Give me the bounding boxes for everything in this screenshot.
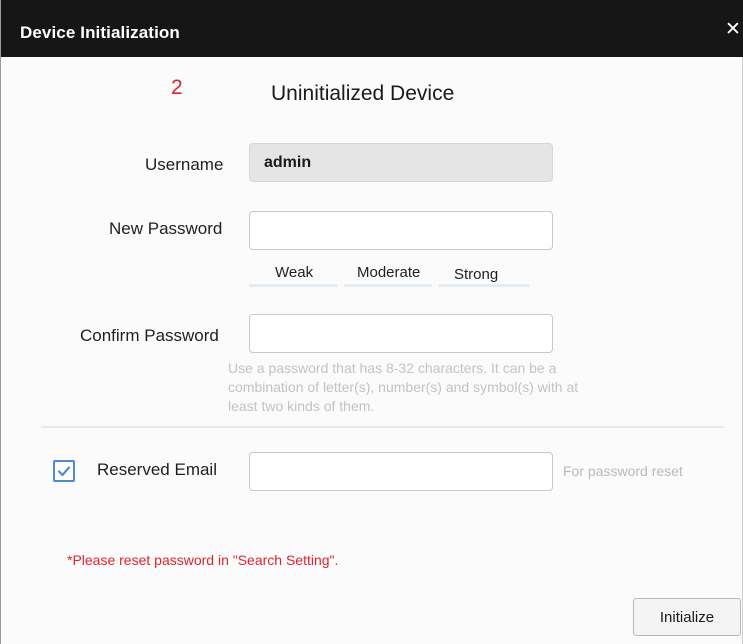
username-field: admin	[249, 143, 553, 182]
confirm-password-label: Confirm Password	[80, 326, 219, 345]
reserved-email-checkbox[interactable]	[53, 460, 75, 482]
strength-bar-strong	[439, 284, 529, 287]
password-reset-note: For password reset	[563, 463, 683, 479]
strength-moderate-label: Moderate	[357, 264, 421, 281]
initialize-button[interactable]: Initialize	[633, 598, 741, 636]
new-password-input[interactable]	[249, 211, 553, 250]
strength-strong-label: Strong	[454, 266, 499, 283]
page-heading: Uninitialized Device	[271, 82, 455, 105]
strength-weak-label: Weak	[275, 264, 314, 281]
reset-warning: *Please reset password in "Search Settin…	[67, 552, 339, 568]
username-label: Username	[145, 155, 224, 174]
device-initialization-dialog: Device Initialization ✕ 2 Uninitialized …	[0, 0, 743, 644]
checkmark-icon	[57, 466, 71, 477]
strength-bar-moderate	[344, 284, 432, 287]
close-icon[interactable]: ✕	[722, 16, 743, 44]
step-number: 2	[171, 76, 183, 99]
password-hint: Use a password that has 8-32 characters.…	[228, 360, 579, 414]
new-password-label: New Password	[109, 219, 223, 238]
confirm-password-input[interactable]	[249, 314, 553, 353]
section-divider	[41, 426, 724, 428]
window-title: Device Initialization	[20, 23, 180, 42]
reserved-email-label: Reserved Email	[97, 460, 217, 479]
reserved-email-input[interactable]	[249, 452, 553, 491]
strength-bar-weak	[249, 284, 337, 287]
title-bar: Device Initialization ✕	[1, 0, 743, 57]
